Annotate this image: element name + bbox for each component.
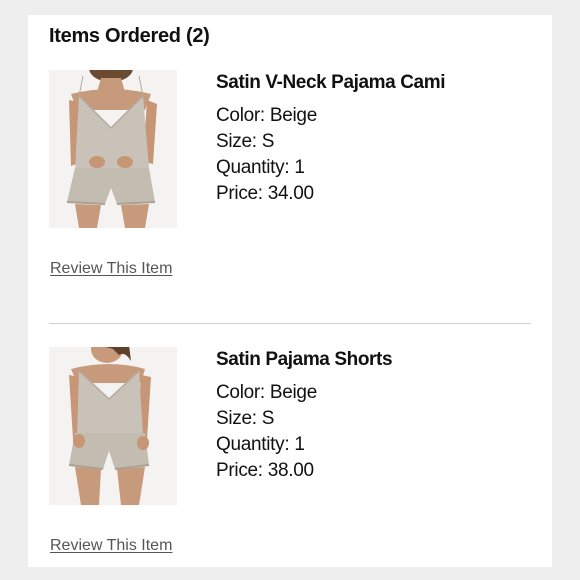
product-color: Color: Beige	[216, 382, 317, 403]
product-image-shorts[interactable]	[49, 347, 177, 505]
pajama-set-photo-icon	[49, 70, 177, 228]
product-name[interactable]: Satin Pajama Shorts	[216, 349, 393, 371]
order-item: Satin V-Neck Pajama Cami Color: Beige Si…	[28, 15, 552, 278]
product-size: Size: S	[216, 408, 275, 429]
product-quantity: Quantity: 1	[216, 434, 305, 455]
review-item-link[interactable]: Review This Item	[50, 260, 172, 278]
product-quantity: Quantity: 1	[216, 157, 305, 178]
product-size: Size: S	[216, 131, 275, 152]
order-items-card: Items Ordered (2) Satin V-Neck Pajama Ca…	[28, 15, 552, 567]
product-name[interactable]: Satin V-Neck Pajama Cami	[216, 72, 445, 94]
product-price: Price: 34.00	[216, 183, 314, 204]
pajama-set-photo-icon	[49, 347, 177, 505]
review-item-link[interactable]: Review This Item	[50, 537, 172, 555]
product-image-cami[interactable]	[49, 70, 177, 228]
product-color: Color: Beige	[216, 105, 317, 126]
order-item: Satin Pajama Shorts Color: Beige Size: S…	[28, 292, 552, 555]
product-price: Price: 38.00	[216, 460, 314, 481]
